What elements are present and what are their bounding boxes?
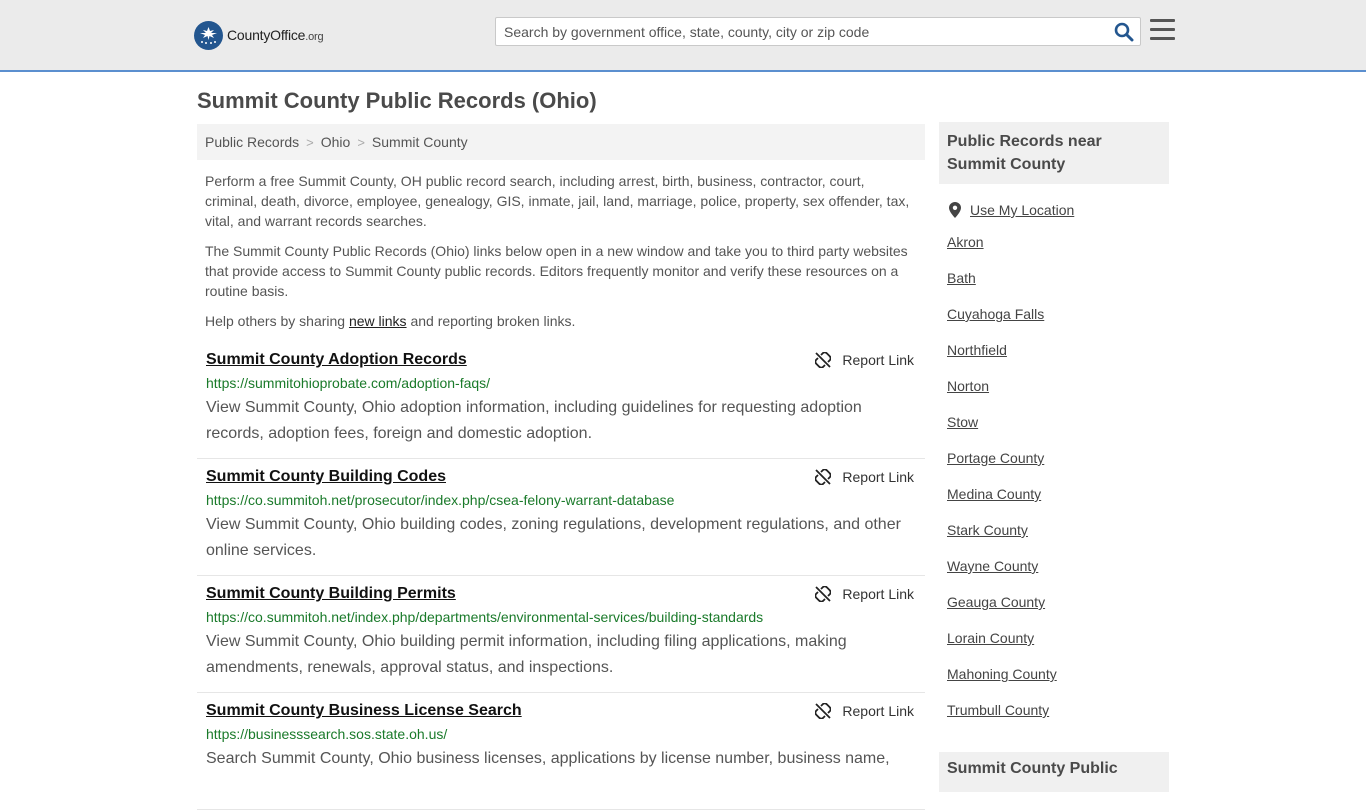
breadcrumb-public-records[interactable]: Public Records [205, 134, 299, 150]
listing-url: https://summitohioprobate.com/adoption-f… [206, 375, 491, 391]
list-item: Trumbull County [939, 686, 1169, 722]
list-item: Medina County [939, 470, 1169, 506]
place-link-bath[interactable]: Bath [947, 270, 976, 286]
listing-item: Summit County Building Codes Report Link… [197, 459, 925, 576]
site-header: CountyOffice.org [0, 0, 1366, 72]
breadcrumb-summit-county: Summit County [371, 134, 468, 150]
broken-link-icon [815, 352, 832, 368]
place-link-lorain-county[interactable]: Lorain County [947, 630, 1034, 646]
report-link-label: Report Link [842, 586, 914, 602]
use-location-row: Use My Location [939, 202, 1169, 218]
list-item: Mahoning County [939, 650, 1169, 686]
breadcrumb: Public Records > Ohio > Summit County [197, 124, 925, 160]
logo-text: CountyOffice.org [227, 27, 324, 43]
place-link-wayne-county[interactable]: Wayne County [947, 558, 1038, 574]
list-item: Portage County [939, 434, 1169, 470]
place-link-norton[interactable]: Norton [947, 378, 989, 394]
list-item: Bath [939, 254, 1169, 290]
report-link-label: Report Link [842, 469, 914, 485]
broken-link-icon [815, 703, 832, 719]
breadcrumb-separator: > [306, 134, 314, 150]
sidebar-heading-2: Summit County Public [939, 752, 1169, 792]
list-item: Lorain County [939, 614, 1169, 650]
menu-bar [1150, 28, 1175, 31]
listing-item: Summit County Building Permits Report Li… [197, 576, 925, 693]
listing-item: Summit County Adoption Records Report Li… [197, 342, 925, 459]
place-link-stow[interactable]: Stow [947, 414, 978, 430]
page-title: Summit County Public Records (Ohio) [197, 88, 597, 113]
menu-bar [1150, 37, 1175, 40]
list-item: Akron [939, 218, 1169, 254]
listing-url: https://businesssearch.sos.state.oh.us/ [206, 726, 448, 742]
intro-text: Perform a free Summit County, OH public … [205, 171, 917, 341]
map-pin-icon [949, 202, 961, 218]
place-link-medina-county[interactable]: Medina County [947, 486, 1041, 502]
intro-p3-before: Help others by sharing [205, 313, 349, 329]
place-link-stark-county[interactable]: Stark County [947, 522, 1028, 538]
sidebar: Public Records near Summit County Use My… [939, 122, 1169, 792]
list-item: Stow [939, 398, 1169, 434]
hamburger-menu-button[interactable] [1150, 19, 1175, 41]
report-link-button[interactable]: Report Link [815, 469, 914, 485]
search-box [495, 17, 1141, 46]
place-link-portage-county[interactable]: Portage County [947, 450, 1044, 466]
listing-description: View Summit County, Ohio adoption inform… [206, 399, 862, 442]
listing-title-link[interactable]: Summit County Business License Search [206, 702, 522, 720]
intro-paragraph-2: The Summit County Public Records (Ohio) … [205, 243, 908, 299]
search-icon [1114, 22, 1134, 42]
report-link-button[interactable]: Report Link [815, 352, 914, 368]
broken-link-icon [815, 469, 832, 485]
listing-title-link[interactable]: Summit County Building Codes [206, 468, 446, 486]
place-link-akron[interactable]: Akron [947, 234, 984, 250]
intro-p3-after: and reporting broken links. [406, 313, 576, 329]
listing-item: Summit County Business License Search Re… [197, 693, 925, 810]
breadcrumb-ohio[interactable]: Ohio [321, 134, 351, 150]
place-link-northfield[interactable]: Northfield [947, 342, 1007, 358]
intro-paragraph-1: Perform a free Summit County, OH public … [205, 173, 910, 229]
listing-title-link[interactable]: Summit County Building Permits [206, 585, 456, 603]
menu-bar [1150, 19, 1175, 22]
logo-suffix: .org [305, 31, 324, 43]
listing-url: https://co.summitoh.net/prosecutor/index… [206, 492, 675, 508]
logo-main: CountyOffice [227, 27, 306, 43]
list-item: Stark County [939, 506, 1169, 542]
list-item: Norton [939, 362, 1169, 398]
intro-paragraph-3: Help others by sharing new links and rep… [205, 311, 917, 331]
listing-description: Search Summit County, Ohio business lice… [206, 750, 890, 767]
listing-url: https://co.summitoh.net/index.php/depart… [206, 609, 764, 625]
list-item: Geauga County [939, 578, 1169, 614]
sidebar-heading: Public Records near Summit County [939, 122, 1169, 184]
eagle-seal-icon [194, 20, 223, 50]
listing-title-link[interactable]: Summit County Adoption Records [206, 351, 467, 369]
report-link-button[interactable]: Report Link [815, 586, 914, 602]
search-button[interactable] [1114, 22, 1134, 42]
search-input[interactable] [496, 18, 1096, 45]
listing-description: View Summit County, Ohio building permit… [206, 633, 847, 676]
record-listings: Summit County Adoption Records Report Li… [197, 342, 925, 810]
use-my-location-link[interactable]: Use My Location [970, 202, 1074, 218]
breadcrumb-separator: > [357, 134, 365, 150]
listing-description: View Summit County, Ohio building codes,… [206, 516, 901, 559]
place-link-mahoning-county[interactable]: Mahoning County [947, 666, 1057, 682]
place-link-trumbull-county[interactable]: Trumbull County [947, 702, 1049, 718]
report-link-button[interactable]: Report Link [815, 703, 914, 719]
list-item: Northfield [939, 326, 1169, 362]
place-link-cuyahoga-falls[interactable]: Cuyahoga Falls [947, 306, 1044, 322]
report-link-label: Report Link [842, 352, 914, 368]
list-item: Wayne County [939, 542, 1169, 578]
list-item: Cuyahoga Falls [939, 290, 1169, 326]
report-link-label: Report Link [842, 703, 914, 719]
site-logo[interactable]: CountyOffice.org [194, 20, 324, 50]
nearby-places-list: Akron Bath Cuyahoga Falls Northfield Nor… [939, 218, 1169, 722]
broken-link-icon [815, 586, 832, 602]
place-link-geauga-county[interactable]: Geauga County [947, 594, 1045, 610]
new-links-link[interactable]: new links [349, 313, 407, 329]
